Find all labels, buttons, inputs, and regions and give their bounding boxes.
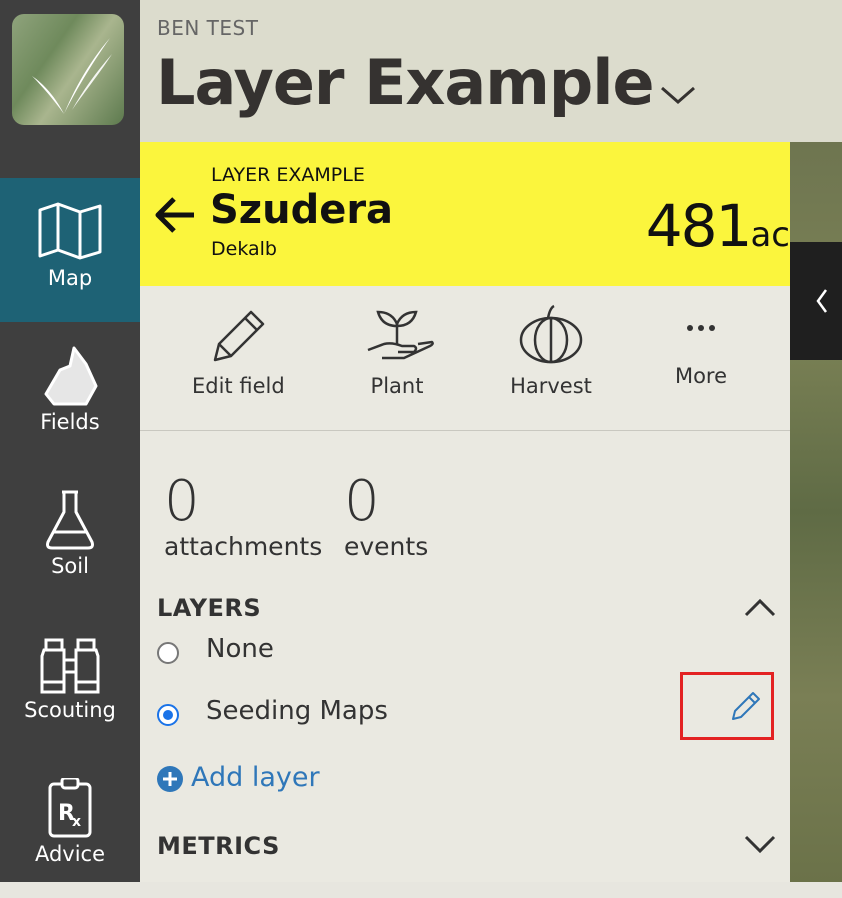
nav-item-soil[interactable]: Soil [0, 466, 140, 610]
chevron-down-icon[interactable] [744, 834, 776, 858]
pencil-icon [214, 310, 265, 362]
field-acreage: 481ac [646, 192, 790, 260]
events-value: 0 [344, 469, 380, 534]
svg-text:x: x [72, 814, 81, 830]
chevron-left-icon [816, 289, 828, 313]
left-sidebar: Map Fields Soil Scouting R x Advice [0, 0, 140, 882]
nav-label: Map [47, 266, 93, 290]
app-logo[interactable] [12, 14, 124, 125]
binoculars-icon [0, 634, 140, 694]
layers-heading: LAYERS [157, 594, 262, 622]
collapse-panel-button[interactable] [790, 242, 842, 360]
events-count[interactable]: 0 events [344, 469, 429, 562]
map-icon [0, 202, 140, 262]
action-label: More [674, 364, 728, 388]
radio-button-selected[interactable] [157, 704, 179, 726]
more-button[interactable]: More [658, 304, 744, 388]
chevron-down-icon[interactable] [660, 84, 696, 110]
nav-label: Scouting [24, 698, 116, 722]
nav-label: Soil [51, 554, 89, 578]
back-arrow-icon[interactable] [154, 196, 196, 238]
edit-field-button[interactable]: Edit field [192, 304, 285, 398]
farm-name: LAYER EXAMPLE [211, 164, 365, 186]
add-layer-label: Add layer [191, 762, 320, 793]
field-actions: Edit field Plant Harvest More [140, 286, 790, 431]
radio-button[interactable] [157, 642, 179, 664]
nav-item-scouting[interactable]: Scouting [0, 610, 140, 754]
seedling-hand-icon [367, 310, 434, 360]
more-dots-icon [687, 325, 715, 331]
pencil-icon [732, 692, 760, 720]
acres-unit: ac [750, 215, 790, 255]
nav-item-map[interactable]: Map [0, 178, 140, 322]
nav-item-fields[interactable]: Fields [0, 322, 140, 466]
nav-item-advice[interactable]: R x Advice [0, 754, 140, 898]
nav-label: Fields [40, 410, 100, 434]
pumpkin-icon [519, 304, 583, 364]
attachments-count[interactable]: 0 attachments [164, 469, 323, 562]
chevron-up-icon[interactable] [744, 598, 776, 622]
layer-option-label: None [206, 634, 274, 664]
action-label: Harvest [510, 374, 592, 398]
action-label: Edit field [192, 374, 285, 398]
attachments-label: attachments [164, 532, 323, 561]
plant-button[interactable]: Plant [352, 304, 442, 398]
prescription-clipboard-icon: R x [0, 776, 140, 838]
harvest-button[interactable]: Harvest [506, 304, 596, 398]
action-label: Plant [370, 374, 424, 398]
events-label: events [344, 532, 429, 561]
page-header: BEN TEST Layer Example [140, 0, 842, 142]
flask-icon [0, 490, 140, 550]
page-title[interactable]: Layer Example [156, 46, 655, 119]
field-name: Szudera [210, 187, 394, 233]
field-banner: LAYER EXAMPLE Szudera Dekalb 481ac [140, 142, 790, 286]
layer-option-label: Seeding Maps [206, 696, 388, 726]
metrics-heading: METRICS [157, 832, 280, 860]
plus-circle-icon [157, 766, 183, 792]
acres-value: 481 [645, 192, 753, 260]
org-name: BEN TEST [157, 16, 259, 40]
nav-label: Advice [34, 842, 106, 866]
crop-name: Dekalb [211, 238, 277, 260]
edit-layer-button[interactable] [680, 672, 774, 740]
fields-icon [0, 346, 140, 406]
field-panel: LAYER EXAMPLE Szudera Dekalb 481ac Edit … [140, 142, 790, 882]
attachments-value: 0 [164, 469, 200, 534]
